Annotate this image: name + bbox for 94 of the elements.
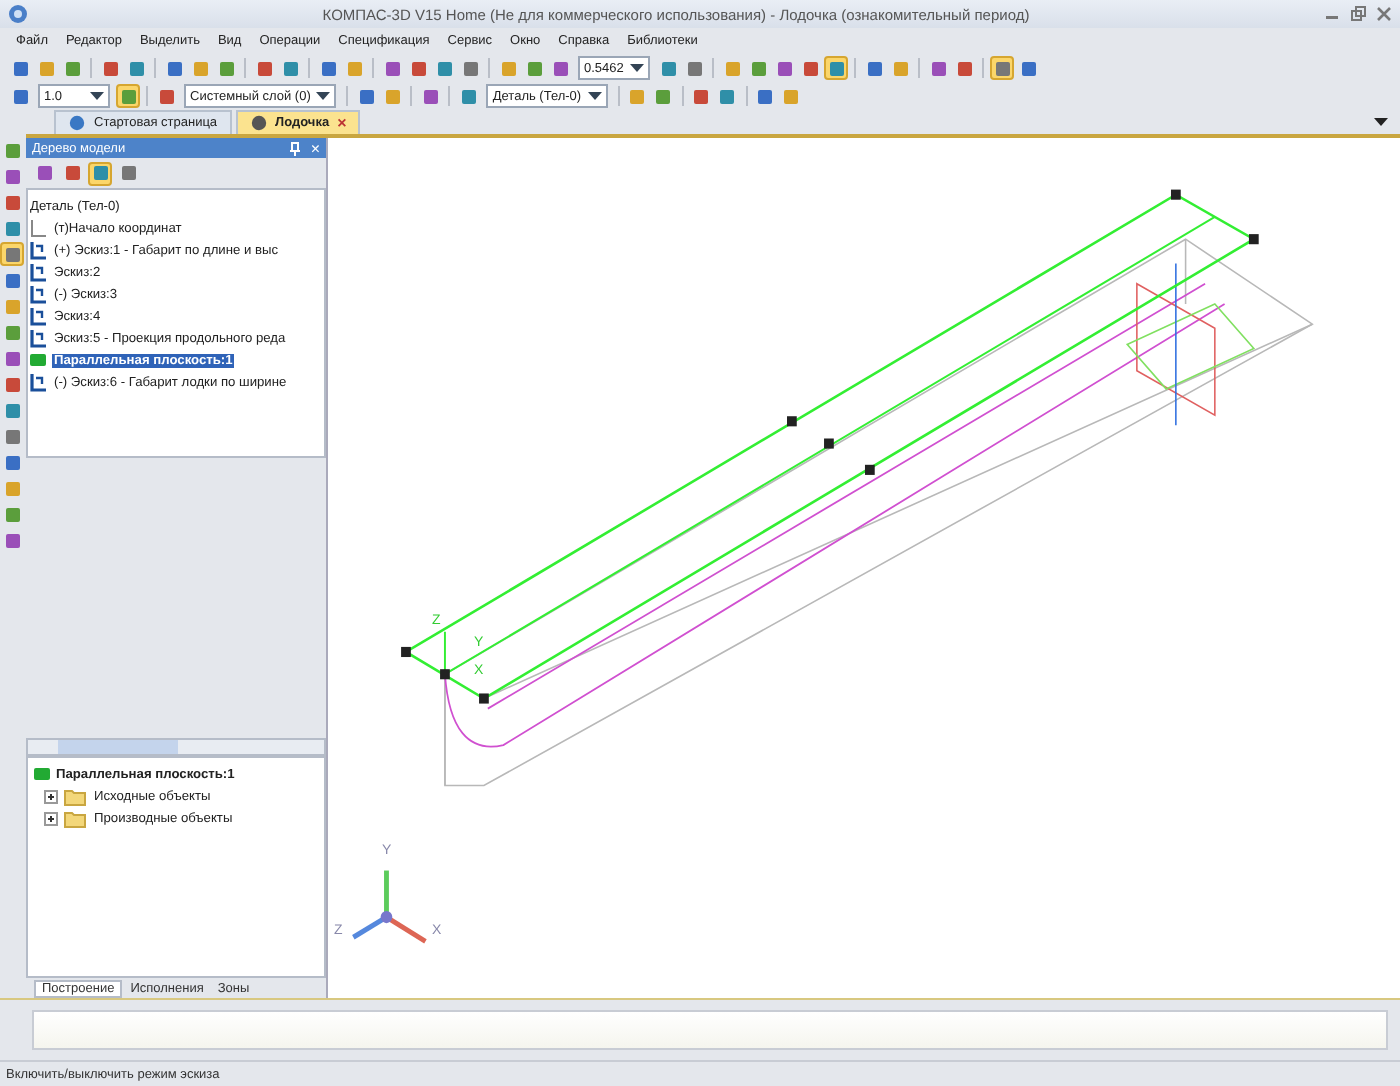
- toolbar-button[interactable]: [418, 84, 443, 108]
- toolbar-button[interactable]: [1016, 56, 1040, 80]
- toolbar-button[interactable]: [715, 84, 740, 108]
- toolbar-button[interactable]: [720, 56, 744, 80]
- toolbar-button[interactable]: [0, 268, 24, 292]
- toolbar-button[interactable]: [432, 56, 456, 80]
- toolbar-button[interactable]: [124, 56, 148, 80]
- toolbar-button[interactable]: [496, 56, 520, 80]
- toolbar-button[interactable]: [888, 56, 912, 80]
- toolbar-button[interactable]: [0, 164, 24, 188]
- toolbar-button[interactable]: [188, 56, 212, 80]
- toolbar-button[interactable]: [656, 56, 680, 80]
- toolbar-button[interactable]: [625, 84, 650, 108]
- toolbar-button[interactable]: [116, 84, 140, 108]
- toolbar-button[interactable]: [60, 161, 84, 185]
- toolbar-button[interactable]: [0, 294, 24, 318]
- toolbar-button[interactable]: [0, 138, 24, 162]
- toolbar-button[interactable]: [406, 56, 430, 80]
- toolbar-button[interactable]: [682, 56, 706, 80]
- sketch-icon: [28, 328, 48, 348]
- toolbar-button[interactable]: [32, 161, 56, 185]
- toolbar-button[interactable]: [0, 424, 24, 448]
- close-icon[interactable]: [1376, 6, 1392, 22]
- pin-icon[interactable]: [288, 141, 303, 155]
- toolbar-button[interactable]: [278, 56, 302, 80]
- toolbar-button[interactable]: [0, 372, 24, 396]
- toolbar-button[interactable]: [990, 56, 1014, 80]
- sketch-icon: [28, 372, 48, 392]
- sketch-icon: [28, 284, 48, 304]
- expand-icon[interactable]: [44, 789, 58, 803]
- toolbar-button[interactable]: [0, 476, 24, 500]
- toolbar-button[interactable]: [0, 242, 24, 266]
- dropdown-arrow-icon[interactable]: [1374, 118, 1388, 128]
- plane-icon: [32, 764, 52, 784]
- folder-icon: [64, 809, 86, 827]
- command-field[interactable]: [32, 1010, 1388, 1050]
- restore-icon[interactable]: [1350, 6, 1366, 22]
- toolbar-button[interactable]: [98, 56, 122, 80]
- document-icon: [68, 114, 86, 132]
- toolbar-button[interactable]: [651, 84, 676, 108]
- toolbar-button[interactable]: [34, 56, 58, 80]
- toolbar-button[interactable]: [316, 56, 340, 80]
- toolbar-button[interactable]: [116, 161, 140, 185]
- toolbar-button[interactable]: [354, 84, 379, 108]
- toolbar-button[interactable]: [0, 502, 24, 526]
- expand-icon[interactable]: [44, 811, 58, 825]
- toolbar-button[interactable]: [824, 56, 848, 80]
- toolbar-button[interactable]: [689, 84, 714, 108]
- toolbar-button[interactable]: [342, 56, 366, 80]
- toolbar-button[interactable]: [952, 56, 976, 80]
- toolbar-button[interactable]: [380, 84, 405, 108]
- toolbar-button[interactable]: [0, 398, 24, 422]
- toolbar-button[interactable]: [862, 56, 886, 80]
- dropdown-arrow-icon: [587, 91, 602, 101]
- toolbar-button[interactable]: [0, 528, 24, 552]
- toolbar-button[interactable]: [0, 450, 24, 474]
- sketch-icon: [28, 306, 48, 326]
- toolbar-button[interactable]: [0, 346, 24, 370]
- sketch-icon: [28, 262, 48, 282]
- origin-icon: [28, 218, 48, 238]
- app-logo-icon: [8, 4, 28, 24]
- toolbar-button[interactable]: [214, 56, 238, 80]
- scrollbar[interactable]: [26, 738, 326, 756]
- toolbar-button[interactable]: [458, 56, 482, 80]
- sketch-icon: [28, 240, 48, 260]
- toolbar-button[interactable]: [753, 84, 778, 108]
- dropdown-arrow-icon: [90, 91, 104, 101]
- toolbar-button[interactable]: [926, 56, 950, 80]
- toolbar-button[interactable]: [162, 56, 186, 80]
- toolbar-button[interactable]: [746, 56, 770, 80]
- toolbar-button[interactable]: [798, 56, 822, 80]
- dropdown-arrow-icon: [316, 91, 331, 101]
- toolbar-button[interactable]: [772, 56, 796, 80]
- dropdown-arrow-icon: [630, 63, 644, 73]
- toolbar-button[interactable]: [154, 84, 178, 108]
- close-tab-button[interactable]: ×: [337, 114, 347, 132]
- folder-icon: [64, 787, 86, 805]
- close-panel-button[interactable]: ×: [310, 139, 320, 157]
- toolbar-button[interactable]: [456, 84, 481, 108]
- toolbar-button[interactable]: [380, 56, 404, 80]
- toolbar-button[interactable]: [548, 56, 572, 80]
- axis-triad-drawing: [352, 870, 427, 944]
- toolbar-button[interactable]: [0, 320, 24, 344]
- toolbar-button[interactable]: [779, 84, 804, 108]
- document-icon: [249, 114, 268, 132]
- toolbar-button[interactable]: [8, 84, 32, 108]
- toolbar-button[interactable]: [88, 161, 112, 185]
- plane-icon: [28, 350, 48, 370]
- toolbar-button[interactable]: [60, 56, 84, 80]
- toolbar-button[interactable]: [0, 190, 24, 214]
- toolbar-button[interactable]: [252, 56, 276, 80]
- toolbar-button[interactable]: [8, 56, 32, 80]
- toolbar-button[interactable]: [0, 216, 24, 240]
- toolbar-button[interactable]: [522, 56, 546, 80]
